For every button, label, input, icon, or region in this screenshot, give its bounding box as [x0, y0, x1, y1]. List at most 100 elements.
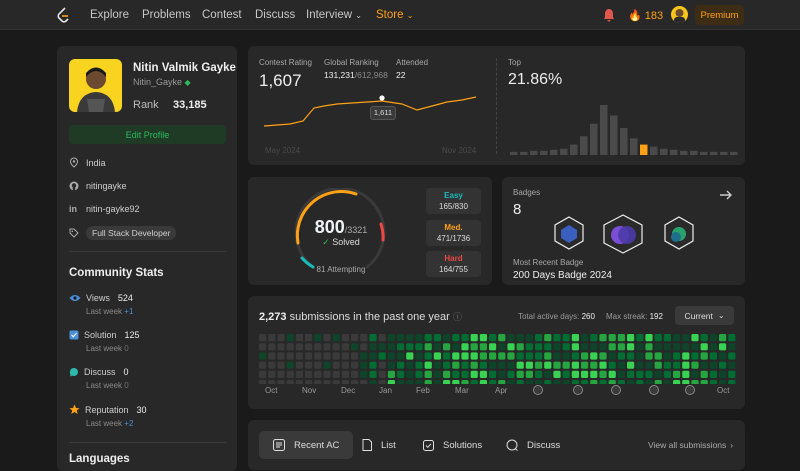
heatmap-cell[interactable] [627, 334, 635, 342]
heatmap-cell[interactable] [691, 380, 699, 384]
heatmap-cell[interactable] [654, 352, 662, 360]
heatmap-cell[interactable] [305, 361, 313, 369]
heatmap-cell[interactable] [709, 343, 717, 351]
heatmap-cell[interactable] [654, 343, 662, 351]
heatmap-cell[interactable] [700, 334, 708, 342]
badge-icon[interactable] [601, 213, 645, 255]
heatmap-cell[interactable] [663, 370, 671, 378]
heatmap-cell[interactable] [636, 343, 644, 351]
heatmap-cell[interactable] [406, 352, 414, 360]
heatmap-cell[interactable] [489, 352, 497, 360]
heatmap-cell[interactable] [378, 334, 386, 342]
heatmap-cell[interactable] [295, 370, 303, 378]
heatmap-cell[interactable] [341, 352, 349, 360]
histogram-bar[interactable] [570, 144, 578, 155]
heatmap-cell[interactable] [498, 370, 506, 378]
heatmap-cell[interactable] [590, 343, 598, 351]
heatmap-cell[interactable] [397, 361, 405, 369]
heatmap-cell[interactable] [516, 352, 524, 360]
heatmap-cell[interactable] [728, 380, 736, 384]
histogram-bar[interactable] [590, 123, 598, 155]
heatmap-cell[interactable] [277, 370, 285, 378]
heatmap-cell[interactable] [627, 380, 635, 384]
heatmap-cell[interactable] [700, 352, 708, 360]
heatmap-cell[interactable] [443, 380, 451, 384]
heatmap-cell[interactable] [397, 334, 405, 342]
heatmap-cell[interactable] [728, 370, 736, 378]
heatmap-cell[interactable] [608, 361, 616, 369]
heatmap-cell[interactable] [608, 380, 616, 384]
heatmap-cell[interactable] [461, 370, 469, 378]
histogram-bar[interactable] [690, 150, 698, 155]
heatmap-cell[interactable] [581, 361, 589, 369]
tab-list[interactable]: List [362, 431, 396, 459]
heatmap-cell[interactable] [645, 370, 653, 378]
heatmap-cell[interactable] [397, 380, 405, 384]
heatmap-cell[interactable] [654, 380, 662, 384]
heatmap-cell[interactable] [507, 334, 515, 342]
heatmap-cell[interactable] [452, 343, 460, 351]
heatmap-cell[interactable] [424, 334, 432, 342]
heatmap-cell[interactable] [608, 352, 616, 360]
heatmap-cell[interactable] [277, 361, 285, 369]
heatmap-cell[interactable] [590, 334, 598, 342]
heatmap-cell[interactable] [553, 370, 561, 378]
heatmap-cell[interactable] [525, 370, 533, 378]
linkedin-row[interactable]: in nitin-gayke92 [69, 204, 140, 214]
heatmap-cell[interactable] [645, 334, 653, 342]
rating-histogram[interactable] [508, 100, 740, 157]
nav-interview[interactable]: Interview ⌄ [306, 9, 362, 21]
heatmap-cell[interactable] [617, 334, 625, 342]
heatmap-cell[interactable] [378, 361, 386, 369]
heatmap-cell[interactable] [452, 352, 460, 360]
heatmap-cell[interactable] [571, 380, 579, 384]
heatmap-cell[interactable] [645, 343, 653, 351]
heatmap-cell[interactable] [627, 370, 635, 378]
heatmap-cell[interactable] [673, 352, 681, 360]
heatmap-cell[interactable] [608, 334, 616, 342]
heatmap-cell[interactable] [525, 343, 533, 351]
heatmap-cell[interactable] [599, 343, 607, 351]
heatmap-cell[interactable] [636, 370, 644, 378]
heatmap-cell[interactable] [544, 352, 552, 360]
heatmap-cell[interactable] [691, 352, 699, 360]
heatmap-cell[interactable] [351, 380, 359, 384]
heatmap-cell[interactable] [719, 380, 727, 384]
heatmap-cell[interactable] [489, 370, 497, 378]
heatmap-cell[interactable] [535, 352, 543, 360]
heatmap-cell[interactable] [369, 352, 377, 360]
heatmap-cell[interactable] [608, 370, 616, 378]
heatmap-cell[interactable] [663, 361, 671, 369]
heatmap-cell[interactable] [553, 343, 561, 351]
histogram-bar[interactable] [600, 105, 608, 155]
heatmap-cell[interactable] [415, 380, 423, 384]
heatmap-cell[interactable] [581, 380, 589, 384]
heatmap-cell[interactable] [507, 352, 515, 360]
heatmap-cell[interactable] [323, 352, 331, 360]
heatmap-cell[interactable] [406, 343, 414, 351]
heatmap-cell[interactable] [654, 370, 662, 378]
heatmap-cell[interactable] [387, 352, 395, 360]
heatmap-cell[interactable] [599, 370, 607, 378]
heatmap-cell[interactable] [360, 380, 368, 384]
heatmap-cell[interactable] [599, 334, 607, 342]
heatmap-cell[interactable] [553, 334, 561, 342]
histogram-bar[interactable] [680, 150, 688, 155]
heatmap-cell[interactable] [314, 370, 322, 378]
heatmap-cell[interactable] [636, 361, 644, 369]
heatmap-cell[interactable] [663, 334, 671, 342]
heatmap-cell[interactable] [424, 370, 432, 378]
heatmap-cell[interactable] [673, 343, 681, 351]
heatmap-cell[interactable] [673, 334, 681, 342]
heatmap-cell[interactable] [259, 380, 267, 384]
heatmap-cell[interactable] [323, 370, 331, 378]
heatmap-cell[interactable] [277, 343, 285, 351]
histogram-bar[interactable] [730, 151, 738, 155]
heatmap-cell[interactable] [663, 343, 671, 351]
heatmap-cell[interactable] [433, 352, 441, 360]
heatmap-cell[interactable] [719, 334, 727, 342]
heatmap-cell[interactable] [341, 343, 349, 351]
heatmap-cell[interactable] [498, 361, 506, 369]
tab-discuss[interactable]: Discuss [506, 431, 560, 459]
heatmap-cell[interactable] [424, 361, 432, 369]
